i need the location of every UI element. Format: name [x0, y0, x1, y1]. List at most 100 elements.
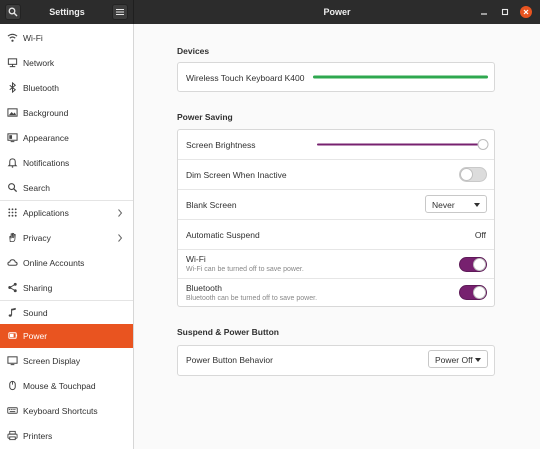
sidebar-item-label: Notifications: [23, 158, 70, 168]
sidebar-item-label: Screen Display: [23, 356, 81, 366]
sidebar-item-label: Privacy: [23, 233, 51, 243]
power-button-dropdown[interactable]: Power Off: [428, 350, 488, 368]
sidebar-item-keyboard-shortcuts[interactable]: Keyboard Shortcuts: [0, 399, 133, 423]
search-icon: [8, 183, 18, 193]
bluetooth-row: Bluetooth Bluetooth can be turned off to…: [178, 279, 494, 307]
sidebar-item-sharing[interactable]: Sharing: [0, 276, 133, 300]
appearance-icon: [7, 133, 18, 143]
device-row: Wireless Touch Keyboard K400: [178, 63, 494, 91]
blank-screen-row: Blank Screen Never: [178, 190, 494, 220]
menu-button[interactable]: [112, 4, 128, 20]
background-icon: [7, 108, 18, 117]
sidebar-header: Settings: [0, 0, 134, 24]
chevron-right-icon: [118, 209, 123, 217]
sidebar-item-label: Appearance: [23, 133, 69, 143]
header-bar: Settings Power: [0, 0, 540, 24]
sidebar-item-label: Bluetooth: [23, 83, 59, 93]
sidebar-item-online-accounts[interactable]: Online Accounts: [0, 251, 133, 275]
sidebar-item-label: Keyboard Shortcuts: [23, 406, 98, 416]
bluetooth-sublabel: Bluetooth can be turned off to save powe…: [186, 295, 318, 302]
dim-screen-switch[interactable]: [459, 167, 487, 182]
close-icon: [523, 9, 529, 15]
sidebar-item-bluetooth[interactable]: Bluetooth: [0, 76, 133, 100]
device-battery-level: [313, 75, 488, 79]
maximize-button[interactable]: [499, 6, 511, 18]
sidebar: Wi-Fi Network Bluetooth Background Appea…: [0, 24, 134, 449]
sidebar-item-label: Printers: [23, 431, 53, 441]
wifi-switch[interactable]: [459, 257, 487, 272]
chevron-down-icon: [475, 358, 481, 362]
wifi-label: Wi-Fi: [186, 254, 206, 264]
power-button-value: Power Off: [435, 355, 473, 365]
hamburger-icon: [116, 9, 124, 15]
chevron-down-icon: [474, 203, 480, 207]
settings-window: Settings Power Wi-Fi Network Bluetooth B…: [0, 0, 540, 449]
maximize-icon: [501, 8, 509, 16]
power-saving-frame: Screen Brightness Dim Screen When Inacti…: [177, 129, 495, 307]
switch-knob: [460, 168, 473, 181]
sidebar-item-mouse-touchpad[interactable]: Mouse & Touchpad: [0, 374, 133, 398]
sidebar-item-label: Power: [23, 331, 48, 341]
chevron-right-icon: [118, 234, 123, 242]
sidebar-item-wifi[interactable]: Wi-Fi: [0, 26, 133, 50]
blank-screen-value: Never: [432, 200, 455, 210]
blank-screen-label: Blank Screen: [186, 200, 237, 210]
screen-brightness-row: Screen Brightness: [178, 130, 494, 160]
dim-screen-row: Dim Screen When Inactive: [178, 160, 494, 190]
sidebar-item-label: Network: [23, 58, 55, 68]
automatic-suspend-value: Off: [474, 230, 486, 240]
keyboard-icon: [7, 407, 18, 414]
sidebar-item-screen-display[interactable]: Screen Display: [0, 349, 133, 373]
sidebar-item-search[interactable]: Search: [0, 176, 133, 200]
sidebar-item-label: Background: [23, 108, 69, 118]
automatic-suspend-row[interactable]: Automatic Suspend Off: [178, 220, 494, 250]
minimize-icon: [481, 13, 487, 15]
sidebar-item-background[interactable]: Background: [0, 101, 133, 125]
sidebar-item-label: Applications: [23, 208, 69, 218]
power-button-row: Power Button Behavior Power Off: [178, 346, 494, 375]
close-button[interactable]: [520, 6, 532, 18]
apps-icon: [8, 208, 17, 217]
display-icon: [7, 356, 18, 366]
bluetooth-icon: [9, 82, 17, 93]
minimize-button[interactable]: [478, 6, 490, 18]
sidebar-item-power[interactable]: Power: [0, 324, 133, 348]
sidebar-item-privacy[interactable]: Privacy: [0, 226, 133, 250]
device-name: Wireless Touch Keyboard K400: [186, 73, 305, 83]
automatic-suspend-label: Automatic Suspend: [186, 230, 260, 240]
hand-icon: [9, 232, 16, 243]
sidebar-item-notifications[interactable]: Notifications: [0, 151, 133, 175]
sidebar-item-network[interactable]: Network: [0, 51, 133, 75]
switch-knob: [473, 258, 486, 271]
sidebar-item-sound[interactable]: Sound: [0, 301, 133, 325]
sidebar-item-applications[interactable]: Applications: [0, 201, 133, 225]
devices-heading: Devices: [177, 46, 210, 56]
mouse-icon: [9, 380, 16, 391]
screen-brightness-slider[interactable]: [317, 138, 489, 152]
suspend-heading: Suspend & Power Button: [177, 327, 279, 337]
power-saving-heading: Power Saving: [177, 112, 233, 122]
sidebar-item-appearance[interactable]: Appearance: [0, 126, 133, 150]
devices-frame: Wireless Touch Keyboard K400: [177, 62, 495, 92]
sidebar-item-printers[interactable]: Printers: [0, 424, 133, 448]
wifi-icon: [7, 33, 18, 42]
sidebar-item-label: Search: [23, 183, 50, 193]
printer-icon: [7, 430, 18, 441]
power-panel: Devices Wireless Touch Keyboard K400 Pow…: [135, 24, 540, 449]
power-button-label: Power Button Behavior: [186, 355, 273, 365]
sidebar-item-label: Online Accounts: [23, 258, 85, 268]
music-icon: [8, 307, 16, 317]
bluetooth-label: Bluetooth: [186, 283, 222, 293]
bluetooth-switch[interactable]: [459, 285, 487, 300]
sidebar-item-label: Sound: [23, 308, 48, 318]
bell-icon: [7, 158, 18, 168]
wifi-row: Wi-Fi Wi-Fi can be turned off to save po…: [178, 250, 494, 279]
dim-screen-label: Dim Screen When Inactive: [186, 170, 287, 180]
sidebar-item-label: Mouse & Touchpad: [23, 381, 96, 391]
wifi-sublabel: Wi-Fi can be turned off to save power.: [186, 266, 304, 273]
sidebar-item-label: Wi-Fi: [23, 33, 43, 43]
switch-knob: [473, 286, 486, 299]
suspend-frame: Power Button Behavior Power Off: [177, 345, 495, 376]
sidebar-item-label: Sharing: [23, 283, 53, 293]
blank-screen-dropdown[interactable]: Never: [425, 195, 487, 213]
